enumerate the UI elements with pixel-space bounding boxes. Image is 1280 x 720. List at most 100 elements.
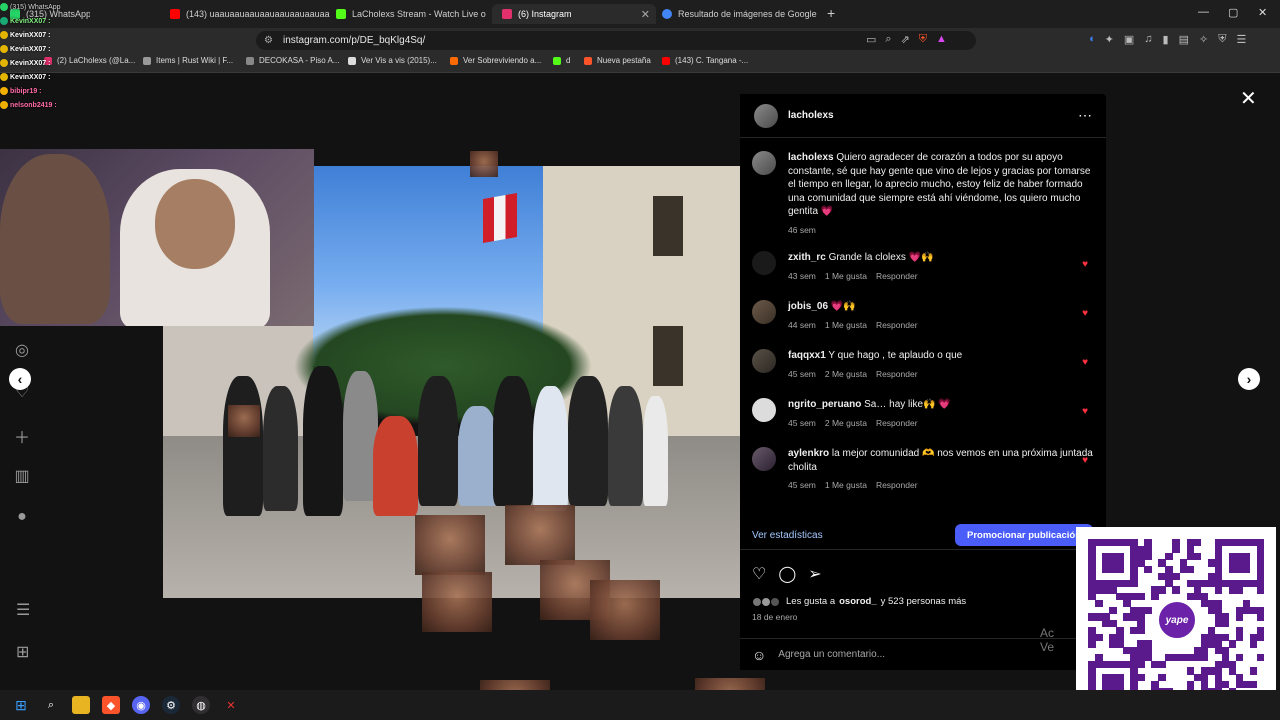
more-options-icon[interactable]: ⋯ (1078, 107, 1092, 124)
comment-author[interactable]: zxith_rc (788, 252, 826, 263)
share-icon[interactable]: ⇗ (901, 33, 910, 46)
reply-button[interactable]: Responder (876, 479, 918, 493)
leo-icon[interactable]: ✧ (1199, 33, 1208, 46)
close-window-button[interactable]: ✕ (1258, 6, 1267, 19)
discord-icon[interactable]: ◉ (132, 696, 150, 714)
avatar[interactable] (752, 300, 776, 324)
avatar[interactable] (752, 151, 776, 175)
like-comment-icon[interactable]: ♥ (1082, 406, 1088, 417)
comment-item: faqqxx1 Y que hago , te aplaudo o que 45… (752, 349, 1098, 381)
steam-icon[interactable]: ⚙ (162, 696, 180, 714)
menu-icon[interactable]: ☰ (1236, 33, 1246, 46)
next-post-button[interactable]: › (1238, 368, 1260, 390)
likes-rest: y 523 personas más (880, 596, 967, 607)
avatar[interactable] (754, 103, 778, 128)
reply-button[interactable]: Responder (876, 270, 918, 284)
extensions-icon[interactable]: ✦ (1105, 33, 1114, 46)
comment-likes[interactable]: 1 Me gusta (825, 270, 867, 284)
dashboard-icon[interactable]: ▥ (12, 466, 32, 486)
bookmark-item[interactable]: DECOKASA - Piso A... (246, 56, 339, 65)
brave-rewards-icon[interactable]: ▲ (936, 33, 947, 46)
comment-author[interactable]: ngrito_peruano (788, 399, 861, 410)
qr-module (1102, 539, 1110, 547)
qr-module (1235, 653, 1244, 662)
sidebar-icon[interactable]: ▮ (1163, 33, 1169, 46)
reply-button[interactable]: Responder (876, 417, 918, 431)
avatar[interactable] (752, 349, 776, 373)
music-icon[interactable]: ♫ (1144, 33, 1152, 46)
screenshot-icon[interactable]: ▣ (1124, 33, 1134, 46)
post-author[interactable]: lacholexs (788, 110, 834, 121)
bookmark-item[interactable]: Ver Vis a vis (2015)... (348, 56, 437, 65)
comment-author[interactable]: faqqxx1 (788, 350, 826, 361)
like-comment-icon[interactable]: ♥ (1082, 455, 1088, 466)
like-comment-icon[interactable]: ♥ (1082, 259, 1088, 270)
tab-google-images[interactable]: Resultado de imágenes de Google ✕ (662, 4, 822, 24)
promote-post-button[interactable]: Promocionar publicación (955, 524, 1094, 546)
caption-author[interactable]: lacholexs (788, 152, 834, 163)
cast-icon[interactable]: ▭ (866, 33, 876, 46)
chat-line: KevinXX07 : (0, 14, 90, 28)
comment-input[interactable] (778, 649, 1069, 660)
brave-browser-icon[interactable]: ◆ (102, 696, 120, 714)
like-comment-icon[interactable]: ♥ (1082, 308, 1088, 319)
comment-likes[interactable]: 2 Me gusta (825, 368, 867, 382)
qr-module (1109, 579, 1117, 587)
comment-likes[interactable]: 2 Me gusta (825, 417, 867, 431)
share-icon[interactable]: ➢ (808, 564, 821, 584)
emoji-icon[interactable]: ☺ (752, 647, 766, 663)
qr-module (1172, 539, 1180, 547)
qr-module (1214, 566, 1223, 574)
close-tab-icon[interactable]: ✕ (635, 8, 656, 21)
zoom-icon[interactable]: ⌕ (885, 33, 891, 46)
like-icon[interactable]: ♡ (752, 564, 766, 584)
qr-module (1095, 579, 1103, 587)
view-insights-link[interactable]: Ver estadísticas (752, 530, 823, 541)
create-icon[interactable]: ＋ (12, 424, 32, 447)
close-tab-icon[interactable]: ✕ (817, 8, 822, 21)
start-icon[interactable]: ⊞ (12, 696, 30, 714)
comment-author[interactable]: jobis_06 (788, 301, 828, 312)
bookmark-item[interactable]: (143) C. Tangana -... (662, 56, 748, 65)
explore-icon[interactable]: ◎ (12, 340, 32, 360)
minimize-button[interactable]: — (1198, 6, 1209, 18)
file-explorer-icon[interactable] (72, 696, 90, 714)
tab-instagram[interactable]: (6) Instagram ✕ (492, 4, 656, 24)
avatar[interactable] (752, 398, 776, 422)
audio-icon[interactable]: ◖ (1088, 33, 1095, 46)
bookmark-item[interactable]: Nueva pestaña (584, 56, 651, 65)
app-icon[interactable]: ✕ (222, 696, 240, 714)
emote-overlay (590, 580, 660, 640)
maximize-button[interactable]: ▢ (1228, 6, 1238, 19)
tab-youtube[interactable]: (143) uaauaauaauaauaauaauaauaauau (170, 4, 330, 24)
bookmark-item[interactable]: d (553, 56, 570, 65)
site-info-icon[interactable]: ⚙ (264, 35, 273, 46)
likes-summary[interactable]: Les gusta a osorod_ y 523 personas más (752, 596, 966, 607)
bookmark-item[interactable]: Items | Rust Wiki | F... (143, 56, 233, 65)
apps-icon[interactable]: ⊞ (16, 642, 29, 662)
qr-module (1249, 640, 1258, 648)
avatar[interactable] (752, 447, 776, 471)
comment-likes[interactable]: 1 Me gusta (825, 479, 867, 493)
profile-icon[interactable]: ● (12, 508, 32, 528)
reply-button[interactable]: Responder (876, 319, 918, 333)
vpn-icon[interactable]: ⛨ (1218, 33, 1226, 46)
comment-item: aylenkro la mejor comunidad 🫶 nos vemos … (752, 447, 1098, 493)
search-icon[interactable]: ⌕ (42, 696, 60, 714)
reply-button[interactable]: Responder (876, 368, 918, 382)
bookmark-item[interactable]: Ver Sobreviviendo a... (450, 56, 541, 65)
comment-likes[interactable]: 1 Me gusta (825, 319, 867, 333)
previous-post-button[interactable]: ‹ (9, 368, 31, 390)
avatar[interactable] (752, 251, 776, 275)
new-tab-button[interactable]: + (827, 5, 835, 21)
likes-user[interactable]: osorod_ (839, 596, 876, 607)
obs-icon[interactable]: ◍ (192, 696, 210, 714)
tab-kick[interactable]: LaCholexs Stream - Watch Live on Ki (336, 4, 486, 24)
comment-icon[interactable]: ◯ (778, 564, 796, 584)
more-menu-icon[interactable]: ☰ (16, 600, 30, 620)
comment-author[interactable]: aylenkro (788, 448, 829, 459)
brave-shield-icon[interactable]: ⛨ (919, 33, 927, 46)
wallet-icon[interactable]: ▤ (1179, 33, 1189, 46)
close-modal-icon[interactable]: ✕ (1240, 86, 1257, 111)
like-comment-icon[interactable]: ♥ (1082, 357, 1088, 368)
